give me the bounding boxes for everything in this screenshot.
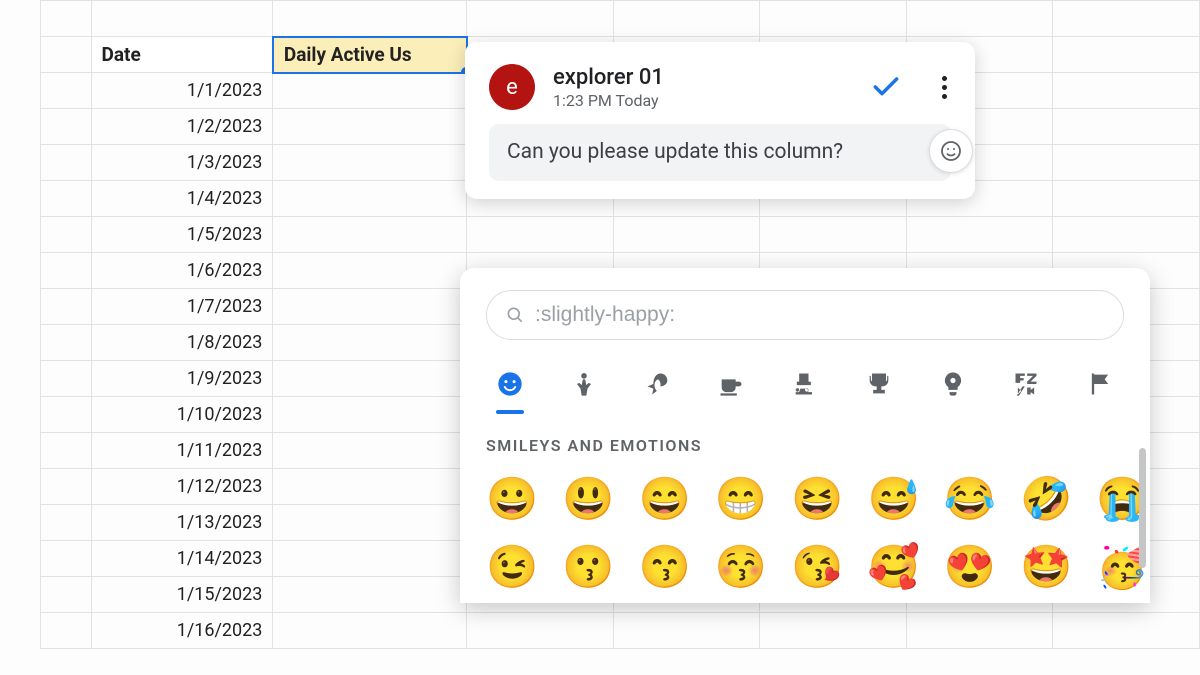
- table-row[interactable]: [41, 1, 1200, 37]
- emoji-grid: 😀😃😄😁😆😅😂🤣😭😉😗😙😚😘🥰😍🤩🥳: [486, 475, 1124, 593]
- cell-date[interactable]: 1/8/2023: [91, 325, 273, 361]
- cell-date[interactable]: 1/11/2023: [91, 433, 273, 469]
- col-header-dau[interactable]: Daily Active Us: [273, 37, 467, 73]
- table-row[interactable]: 1/16/2023: [41, 613, 1200, 649]
- emoji-option[interactable]: 😍: [944, 543, 996, 593]
- cat-people[interactable]: [566, 366, 602, 402]
- cell-date[interactable]: 1/13/2023: [91, 505, 273, 541]
- comment-time: 1:23 PM Today: [553, 91, 852, 110]
- emoji-option[interactable]: 😗: [562, 543, 614, 593]
- cat-food[interactable]: [713, 366, 749, 402]
- cell-date[interactable]: 1/10/2023: [91, 397, 273, 433]
- cat-flags[interactable]: [1082, 366, 1118, 402]
- emoji-search-input[interactable]: [535, 303, 1105, 327]
- emoji-option[interactable]: 🤩: [1020, 543, 1072, 593]
- emoji-option[interactable]: 😅: [867, 475, 919, 525]
- search-icon: [505, 305, 525, 325]
- cat-symbols[interactable]: [1008, 366, 1044, 402]
- emoji-option[interactable]: 😁: [715, 475, 767, 525]
- emoji-picker: SMILEYS AND EMOTIONS 😀😃😄😁😆😅😂🤣😭😉😗😙😚😘🥰😍🤩🥳: [460, 268, 1150, 603]
- cell-date[interactable]: 1/16/2023: [91, 613, 273, 649]
- emoji-option[interactable]: 😚: [715, 543, 767, 593]
- cat-travel[interactable]: [787, 366, 823, 402]
- emoji-option[interactable]: 🤣: [1020, 475, 1072, 525]
- cell-date[interactable]: 1/2/2023: [91, 109, 273, 145]
- avatar: e: [489, 64, 535, 110]
- add-reaction-button[interactable]: [929, 129, 973, 173]
- cell-date[interactable]: 1/12/2023: [91, 469, 273, 505]
- emoji-option[interactable]: 😃: [562, 475, 614, 525]
- resolve-button[interactable]: [870, 71, 902, 103]
- emoji-option[interactable]: 😄: [639, 475, 691, 525]
- emoji-option[interactable]: 🥰: [867, 543, 919, 593]
- more-options-button[interactable]: [938, 72, 951, 103]
- emoji-option[interactable]: 😀: [486, 475, 538, 525]
- cell-date[interactable]: 1/7/2023: [91, 289, 273, 325]
- cell-date[interactable]: 1/15/2023: [91, 577, 273, 613]
- cat-objects[interactable]: [935, 366, 971, 402]
- emoji-option[interactable]: 😆: [791, 475, 843, 525]
- comment-text: Can you please update this column?: [489, 124, 951, 181]
- comment-user: explorer 01: [553, 65, 852, 90]
- cell-date[interactable]: 1/3/2023: [91, 145, 273, 181]
- cell-date[interactable]: 1/6/2023: [91, 253, 273, 289]
- cell-date[interactable]: 1/5/2023: [91, 217, 273, 253]
- cell-date[interactable]: 1/14/2023: [91, 541, 273, 577]
- col-header-date[interactable]: Date: [91, 37, 273, 73]
- emoji-categories: [486, 366, 1124, 402]
- cell-date[interactable]: 1/4/2023: [91, 181, 273, 217]
- comment-card: e explorer 01 1:23 PM Today Can you plea…: [465, 42, 975, 199]
- cat-nature[interactable]: [640, 366, 676, 402]
- cat-smileys[interactable]: [492, 366, 528, 402]
- scrollbar-thumb[interactable]: [1139, 448, 1146, 568]
- emoji-option[interactable]: 😙: [639, 543, 691, 593]
- emoji-search[interactable]: [486, 290, 1124, 340]
- emoji-option[interactable]: 😘: [791, 543, 843, 593]
- emoji-option[interactable]: 😂: [944, 475, 996, 525]
- emoji-option[interactable]: 😉: [486, 543, 538, 593]
- cell-date[interactable]: 1/9/2023: [91, 361, 273, 397]
- emoji-section-label: SMILEYS AND EMOTIONS: [486, 436, 1124, 455]
- cat-activities[interactable]: [861, 366, 897, 402]
- table-row[interactable]: 1/5/2023: [41, 217, 1200, 253]
- cell-date[interactable]: 1/1/2023: [91, 73, 273, 109]
